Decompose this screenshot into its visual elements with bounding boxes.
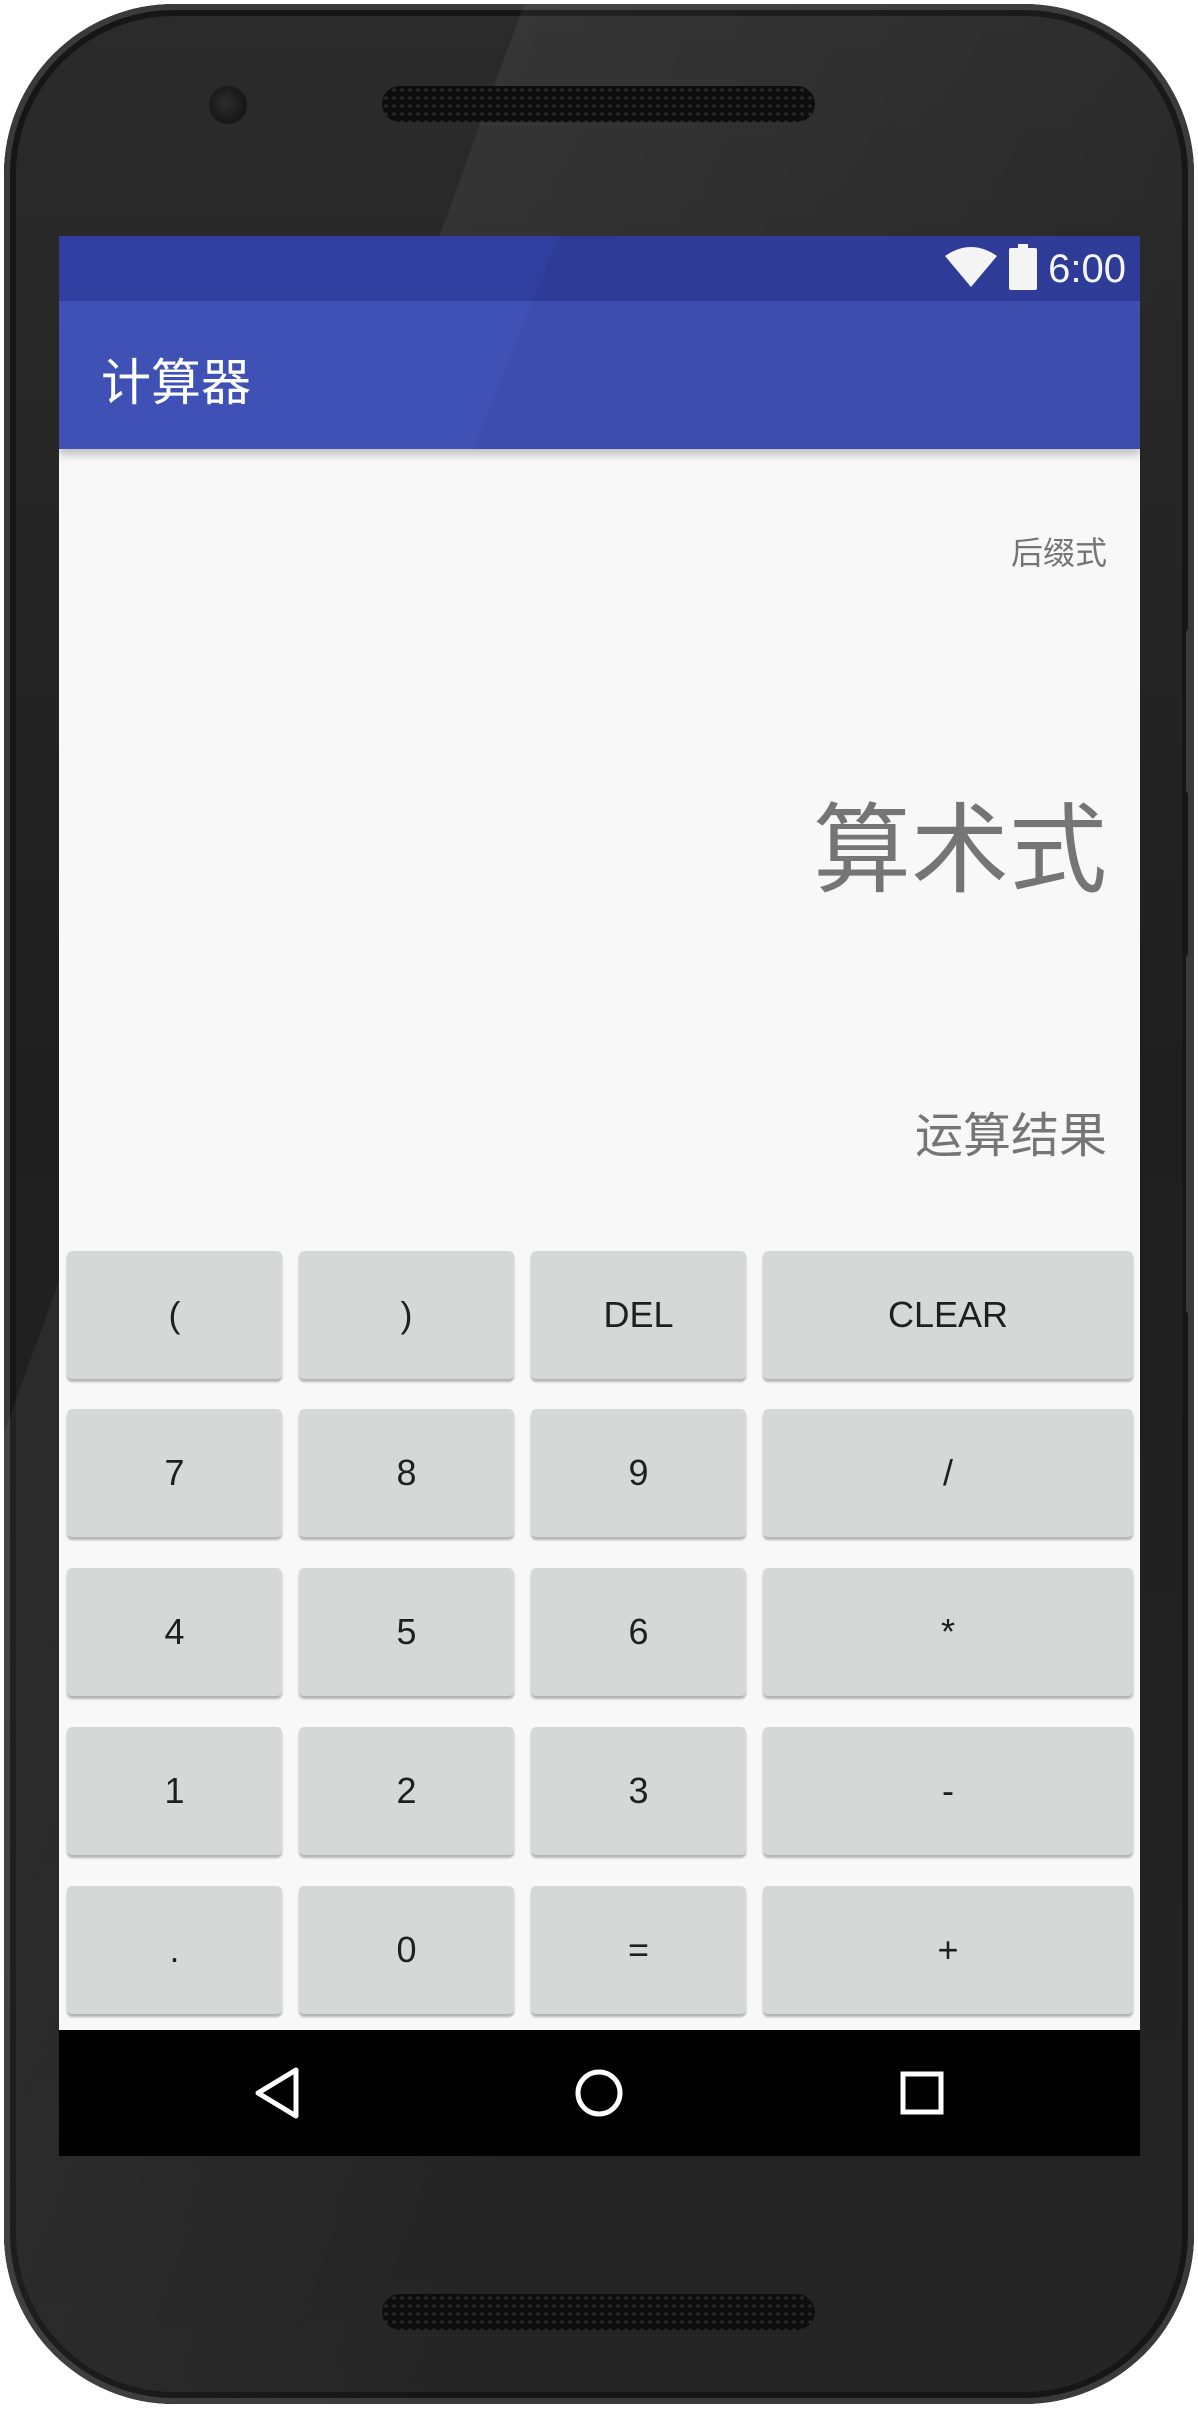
status-icons: 6:00 — [944, 244, 1126, 294]
key-2[interactable]: 2 — [299, 1727, 514, 1855]
postfix-display: 后缀式 — [1010, 534, 1107, 572]
wifi-icon — [944, 246, 998, 292]
key-3[interactable]: 3 — [531, 1727, 746, 1855]
volume-rocker[interactable] — [1186, 954, 1194, 1314]
key-minus[interactable]: - — [763, 1727, 1133, 1855]
status-time: 6:00 — [1048, 246, 1126, 291]
expression-display: 算术式 — [812, 794, 1107, 908]
key-9[interactable]: 9 — [531, 1409, 746, 1537]
key-5[interactable]: 5 — [299, 1568, 514, 1696]
key-plus[interactable]: + — [763, 1886, 1133, 2014]
key-1[interactable]: 1 — [67, 1727, 282, 1855]
key-divide[interactable]: / — [763, 1409, 1133, 1537]
key-8[interactable]: 8 — [299, 1409, 514, 1537]
key-close-paren[interactable]: ) — [299, 1251, 514, 1379]
result-display: 运算结果 — [914, 1108, 1107, 1164]
home-icon[interactable] — [564, 2058, 634, 2128]
front-camera — [209, 86, 247, 124]
power-button[interactable] — [1186, 629, 1194, 794]
back-icon[interactable] — [242, 2058, 312, 2128]
key-7[interactable]: 7 — [67, 1409, 282, 1537]
key-clear[interactable]: CLEAR — [763, 1251, 1133, 1379]
key-del[interactable]: DEL — [531, 1251, 746, 1379]
key-open-paren[interactable]: ( — [67, 1251, 282, 1379]
recents-icon[interactable] — [887, 2058, 957, 2128]
keypad: () DEL CLEAR 7 8 9/ 4 5 6 * 1 2 3-. 0 = + — [67, 1251, 1133, 2031]
key-4[interactable]: 4 — [67, 1568, 282, 1696]
app-bar: 计算器 — [59, 301, 1140, 449]
key-decimal[interactable]: . — [67, 1886, 282, 2014]
phone-frame: 6:00 计算器 后缀式 算术式 运算结果 () DEL CLEAR 7 8 9/ 4 5 6 *… — [4, 4, 1194, 2404]
battery-icon — [1008, 244, 1038, 294]
screen: 6:00 计算器 后缀式 算术式 运算结果 () DEL CLEAR 7 8 9/ 4 5 6 *… — [59, 236, 1140, 2156]
bottom-speaker — [382, 2294, 815, 2330]
key-equals[interactable]: = — [531, 1886, 746, 2014]
key-6[interactable]: 6 — [531, 1568, 746, 1696]
earpiece-speaker — [382, 86, 815, 122]
app-title: 计算器 — [101, 354, 251, 412]
key-0[interactable]: 0 — [299, 1886, 514, 2014]
key-multiply[interactable]: * — [763, 1568, 1133, 1696]
navigation-bar — [59, 2030, 1140, 2156]
status-bar: 6:00 — [59, 236, 1140, 301]
